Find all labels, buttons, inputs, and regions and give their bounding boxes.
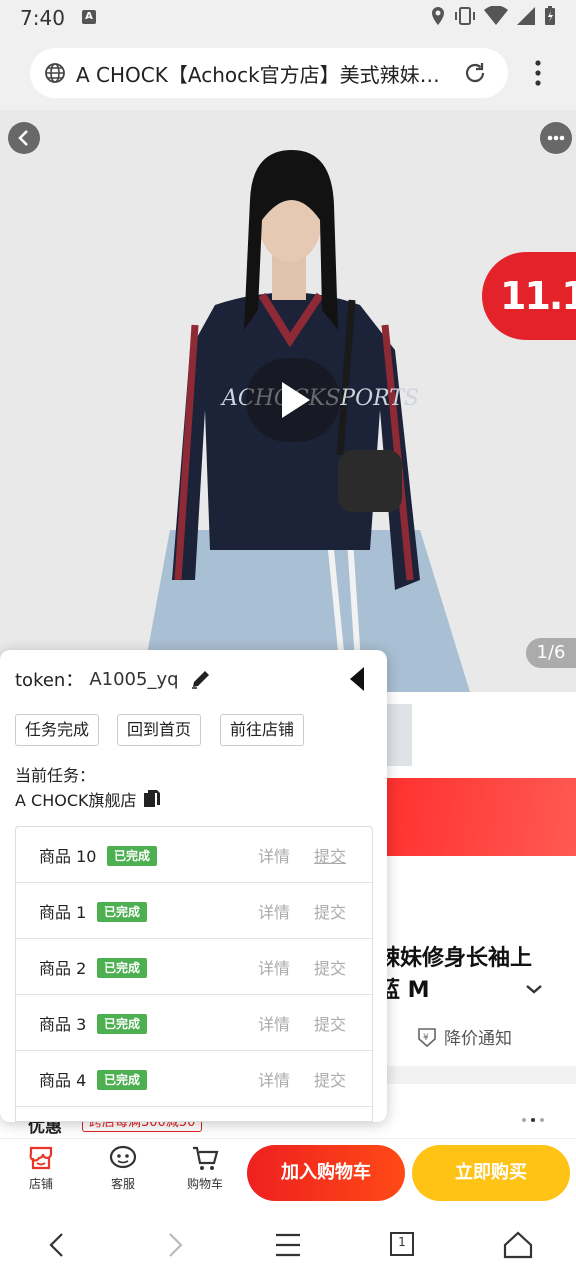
back-home-button[interactable]: 回到首页 bbox=[117, 714, 202, 746]
cart-label: 购物车 bbox=[186, 1177, 223, 1191]
wifi-icon bbox=[484, 6, 508, 25]
item-name: 商品 4 bbox=[39, 1071, 87, 1090]
submit-link[interactable]: 提交 bbox=[314, 1067, 346, 1091]
status-icons bbox=[430, 6, 556, 26]
globe-icon bbox=[45, 63, 65, 83]
detail-link[interactable]: 详情 bbox=[258, 1011, 290, 1035]
double-eleven-badge: 11.11 bbox=[482, 252, 576, 340]
back-arrow-icon[interactable] bbox=[40, 1230, 76, 1260]
menu-icon[interactable] bbox=[528, 58, 548, 88]
detail-link[interactable]: 详情 bbox=[258, 899, 290, 923]
hamburger-menu-icon[interactable] bbox=[270, 1230, 306, 1260]
task-complete-button[interactable]: 任务完成 bbox=[15, 714, 100, 746]
current-task-label: 当前任务： bbox=[15, 766, 96, 785]
status-badge: 已完成 bbox=[107, 846, 158, 866]
token-label: token： bbox=[15, 670, 84, 691]
image-pager: 1/6 bbox=[526, 638, 576, 668]
url-title: A CHOCK【Achock官方店】美式辣妹修身长袖上衣 bbox=[76, 62, 456, 87]
reload-icon[interactable] bbox=[462, 60, 488, 86]
signal-icon bbox=[517, 7, 535, 25]
service-label: 客服 bbox=[110, 1177, 135, 1191]
browser-nav-bar: 1 bbox=[0, 1208, 576, 1280]
customer-service-button[interactable]: 客服 bbox=[93, 1143, 153, 1192]
browser-toolbar: A CHOCK【Achock官方店】美式辣妹修身长袖上衣 bbox=[0, 36, 576, 110]
list-item: 商品 1 已完成 详情 提交 bbox=[16, 883, 372, 939]
copy-icon[interactable] bbox=[143, 789, 161, 809]
status-badge: 已完成 bbox=[97, 1070, 148, 1090]
carousel-dots bbox=[522, 1118, 544, 1122]
location-icon bbox=[432, 7, 444, 25]
edit-icon[interactable] bbox=[189, 667, 213, 691]
forward-arrow-icon[interactable] bbox=[156, 1230, 192, 1260]
store-button[interactable]: 店铺 bbox=[11, 1143, 71, 1192]
status-badge: 已完成 bbox=[97, 902, 148, 922]
battery-icon bbox=[545, 6, 555, 25]
svg-text:¥: ¥ bbox=[423, 1033, 429, 1043]
task-panel: token： A1005_yq 任务完成 回到首页 前往店铺 当前任务： A C… bbox=[0, 650, 387, 1122]
price-tag-icon: ¥ bbox=[418, 1027, 436, 1047]
submit-link[interactable]: 提交 bbox=[314, 899, 346, 923]
status-time: 7:40 bbox=[20, 6, 65, 30]
token-value: A1005_yq bbox=[89, 668, 179, 690]
list-item: 商品 10 已完成 详情 提交 bbox=[16, 827, 372, 883]
notification-icon: A bbox=[82, 10, 96, 24]
collapse-panel-icon[interactable] bbox=[350, 667, 364, 691]
item-name: 商品 3 bbox=[39, 1015, 87, 1034]
submit-link[interactable]: 提交 bbox=[314, 1011, 346, 1035]
submit-link[interactable]: 提交 bbox=[314, 955, 346, 979]
status-badge: 已完成 bbox=[97, 958, 148, 978]
list-item: 商品 2 已完成 详情 提交 bbox=[16, 939, 372, 995]
submit-link[interactable]: 提交 bbox=[314, 843, 346, 867]
bottom-action-bar: 店铺 客服 购物车 加入购物车 立即购买 bbox=[0, 1138, 576, 1208]
item-name: 商品 1 bbox=[39, 903, 87, 922]
status-badge: 已完成 bbox=[97, 1014, 148, 1034]
back-icon[interactable] bbox=[8, 122, 40, 154]
detail-link[interactable]: 详情 bbox=[258, 955, 290, 979]
price-notify-label: 降价通知 bbox=[444, 1029, 512, 1049]
chevron-down-icon[interactable] bbox=[524, 976, 544, 1000]
add-to-cart-button[interactable]: 加入购物车 bbox=[247, 1145, 405, 1201]
token-row: token： A1005_yq bbox=[15, 666, 213, 692]
current-task-value: A CHOCK旗舰店 bbox=[15, 791, 137, 810]
status-bar: 7:40 A bbox=[0, 0, 576, 36]
task-item-list[interactable]: 商品 10 已完成 详情 提交 商品 1 已完成 详情 提交 商品 2 已完成 … bbox=[15, 826, 373, 1122]
product-title-line1: 辣妹修身长袖上 bbox=[378, 946, 533, 971]
play-video-button[interactable] bbox=[246, 358, 340, 442]
item-name: 商品 2 bbox=[39, 959, 87, 978]
product-image[interactable]: ACHOCKSPORTS 11.11 1/6 bbox=[0, 110, 576, 692]
cart-button[interactable]: 购物车 bbox=[175, 1143, 235, 1192]
more-icon[interactable] bbox=[540, 122, 572, 154]
current-task: A CHOCK旗舰店 bbox=[15, 787, 161, 811]
tabs-count: 1 bbox=[398, 1235, 406, 1249]
buy-now-button[interactable]: 立即购买 bbox=[412, 1145, 570, 1201]
detail-link[interactable]: 详情 bbox=[258, 843, 290, 867]
url-bar[interactable]: A CHOCK【Achock官方店】美式辣妹修身长袖上衣 bbox=[30, 48, 508, 98]
store-label: 店铺 bbox=[28, 1177, 53, 1191]
tabs-button[interactable]: 1 bbox=[384, 1230, 420, 1260]
price-notify-button[interactable]: ¥ 降价通知 bbox=[416, 1024, 512, 1049]
cart-icon bbox=[193, 1146, 219, 1170]
detail-link[interactable]: 详情 bbox=[258, 1067, 290, 1091]
item-name: 商品 10 bbox=[39, 847, 97, 866]
home-icon[interactable] bbox=[500, 1230, 536, 1260]
chat-icon bbox=[109, 1145, 137, 1169]
list-item: 商品 3 已完成 详情 提交 bbox=[16, 995, 372, 1051]
store-icon bbox=[29, 1146, 53, 1170]
go-store-button[interactable]: 前往店铺 bbox=[220, 714, 305, 746]
vibrate-icon bbox=[455, 7, 475, 25]
list-item: 商品 4 已完成 详情 提交 bbox=[16, 1051, 372, 1107]
